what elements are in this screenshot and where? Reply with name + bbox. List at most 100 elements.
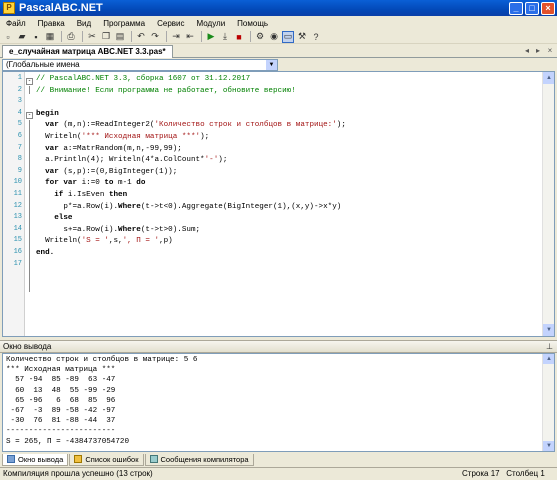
scroll-down-icon[interactable]: ▼ [543, 324, 554, 336]
code-token: Writeln( [36, 237, 82, 246]
toolbar-separator [250, 31, 251, 42]
code-editor[interactable]: - - 1 2 3 4 5 6 7 8 9 10 11 12 13 14 15 16 17 // PascalA… [2, 71, 555, 337]
code-line: a.Println(4); Writeln(4*a.ColCount*'-'); [36, 155, 542, 167]
copy-icon[interactable]: ❐ [100, 31, 112, 43]
undo-icon[interactable]: ↶ [135, 31, 147, 43]
redo-icon[interactable]: ↷ [149, 31, 161, 43]
code-line: end. [36, 248, 542, 260]
line-number: 12 [13, 201, 22, 210]
close-button[interactable]: × [541, 1, 555, 15]
code-token: (s,p):=(0,BigInteger(1)); [58, 167, 178, 176]
tab-compiler-messages[interactable]: Сообщения компилятора [144, 453, 254, 466]
scroll-up-icon[interactable]: ▲ [543, 354, 554, 364]
output-line: -67 -3 89 -58 -42 -97 [6, 406, 116, 415]
debug-icon[interactable]: ⚙ [254, 31, 266, 43]
run-icon[interactable]: ▶ [205, 31, 217, 43]
bottom-tabs: Окно вывода Список ошибок Сообщения комп… [0, 453, 557, 466]
fold-minus-icon[interactable]: - [26, 112, 33, 119]
scroll-down-icon[interactable]: ▼ [543, 441, 554, 451]
menu-file[interactable]: Файл [0, 19, 32, 28]
menu-edit[interactable]: Правка [32, 19, 71, 28]
compile-icon[interactable]: ⚒ [296, 31, 308, 43]
output-line: *** Исходная матрица *** [6, 366, 116, 375]
code-token: // PascalABC.NET 3.3, сборка 1607 от 31.… [36, 75, 251, 83]
watch-icon[interactable]: ◉ [268, 31, 280, 43]
code-token: (t->t>0).Sum; [140, 225, 201, 234]
pin-icon[interactable]: ⊥ [546, 341, 553, 352]
code-line: Writeln('S = ',s,', П = ',p) [36, 236, 542, 248]
chevron-right-icon[interactable]: ▸ [533, 46, 543, 56]
code-line: p*=a.Row(i).Where(t->t<0).Aggregate(BigI… [36, 202, 542, 214]
minimize-button[interactable]: _ [509, 1, 523, 15]
stop-icon[interactable]: ■ [233, 31, 245, 43]
print-icon[interactable]: ⎙ [65, 31, 77, 43]
scroll-up-icon[interactable]: ▲ [543, 72, 554, 84]
code-token: var [45, 121, 59, 130]
tab-source-file[interactable]: e_случайная матрица ABC.NET 3.3.pas* [2, 45, 173, 58]
output-line: -30 76 81 -88 -44 37 [6, 417, 116, 426]
cut-icon[interactable]: ✂ [86, 31, 98, 43]
line-number: 3 [17, 97, 22, 106]
help-icon[interactable]: ? [310, 31, 322, 43]
paste-icon[interactable]: ▤ [114, 31, 126, 43]
menu-view[interactable]: Вид [71, 19, 97, 28]
line-number: 16 [13, 248, 22, 256]
output-line: Количество строк и столбцов в матрице: 5… [6, 356, 198, 364]
chevron-down-icon[interactable]: ▼ [266, 60, 277, 70]
code-token: then [108, 190, 128, 199]
tab-error-list[interactable]: Список ошибок [69, 453, 144, 466]
line-number: 13 [13, 213, 22, 222]
code-line: begin [36, 109, 542, 121]
menu-help[interactable]: Помощь [231, 19, 274, 28]
save-icon[interactable]: ▪ [30, 31, 42, 43]
code-token: m-1 [113, 179, 137, 188]
code-line: var (m,n):=ReadInteger2('Количество стро… [36, 120, 542, 132]
status-bar: Компиляция прошла успешно (13 строк) Стр… [0, 467, 557, 480]
indent-icon[interactable]: ⇥ [170, 31, 182, 43]
code-token: do [136, 179, 146, 188]
new-file-icon[interactable]: ▫ [2, 31, 14, 43]
tab-label: Сообщения компилятора [160, 454, 249, 464]
output-line: 65 -96 6 68 85 96 [6, 396, 116, 405]
fold-minus-icon[interactable]: - [26, 78, 33, 85]
close-tab-icon[interactable]: × [545, 46, 555, 56]
open-icon[interactable]: ▰ [16, 31, 28, 43]
code-token: else [54, 214, 73, 223]
code-token: '*** Исходная матрица ***' [81, 132, 201, 141]
line-number: 8 [17, 155, 22, 164]
line-number: 2 [17, 85, 22, 94]
line-number: 9 [17, 166, 22, 175]
chevron-left-icon[interactable]: ◂ [522, 46, 532, 56]
fold-line [29, 86, 30, 94]
output-text: Количество строк и столбцов в матрице: 5… [6, 355, 551, 447]
code-token: a.Println(4); Writeln(4*a.ColCount* [36, 156, 205, 165]
menu-service[interactable]: Сервис [151, 19, 190, 28]
step-icon[interactable]: ⤓ [219, 31, 231, 43]
code-token: for var [45, 179, 78, 188]
save-all-icon[interactable]: ▦ [44, 31, 56, 43]
source-code: // PascalABC.NET 3.3, сборка 1607 от 31.… [36, 74, 542, 271]
code-line: var a:=MatrRandom(m,n,-99,99); [36, 144, 542, 156]
maximize-button[interactable]: □ [525, 1, 539, 15]
cursor-position: Строка 17 Столбец 1 [462, 468, 545, 480]
outdent-icon[interactable]: ⇤ [184, 31, 196, 43]
toolbar-separator [201, 31, 202, 42]
col-value: 1 [540, 469, 545, 478]
tab-output-window[interactable]: Окно вывода [2, 453, 69, 466]
output-scrollbar[interactable]: ▲ ▼ [542, 354, 554, 451]
code-line: // PascalABC.NET 3.3, сборка 1607 от 31.… [36, 74, 542, 86]
global-names-select[interactable]: (Глобальные имена ▼ [2, 59, 278, 71]
editor-scrollbar[interactable]: ▲ ▼ [542, 72, 554, 336]
menu-program[interactable]: Программа [97, 19, 151, 28]
output-window-icon[interactable]: ▭ [282, 30, 294, 43]
menu-modules[interactable]: Модули [191, 19, 232, 28]
code-token: ); [336, 121, 346, 130]
code-token: Where [118, 225, 141, 234]
code-token: 'S = ' [81, 237, 109, 246]
code-token: '-' [204, 156, 219, 165]
code-token: ); [200, 132, 210, 141]
output-line: S = 265, П = -4384737054720 [6, 437, 130, 446]
output-window[interactable]: Количество строк и столбцов в матрице: 5… [2, 353, 555, 452]
